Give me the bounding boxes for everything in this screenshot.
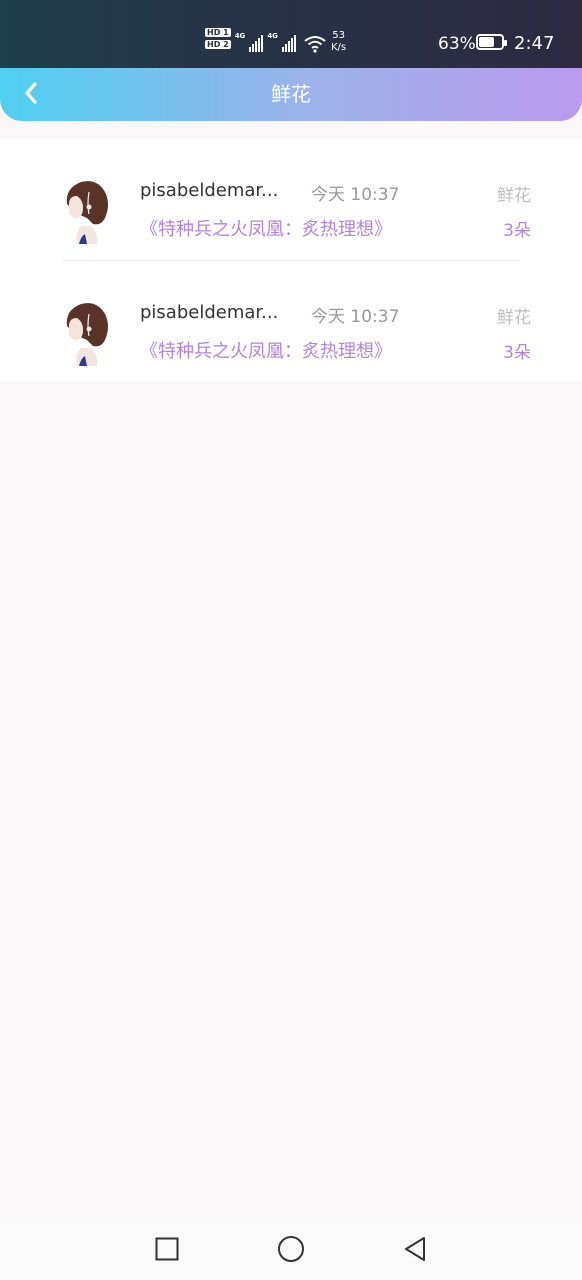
book-title-link[interactable]: 《特种兵之火凤凰：炙热理想》: [140, 337, 392, 363]
network1-label: 4G: [234, 32, 246, 40]
book-title-link[interactable]: 《特种兵之火凤凰：炙热理想》: [140, 215, 392, 241]
avatar: [57, 174, 117, 244]
recent-apps-button[interactable]: [150, 1232, 184, 1266]
page-title: 鲜花: [271, 82, 311, 106]
gift-type: 鲜花: [497, 186, 531, 206]
nav-back-button[interactable]: [398, 1232, 432, 1266]
network-speed: 53 K/s: [331, 30, 346, 54]
battery-icon: [476, 34, 507, 50]
status-time: 2:47: [514, 33, 555, 54]
sim2-badge: HD 2: [205, 40, 231, 49]
battery-fill: [479, 37, 495, 47]
battery-percent: 63%: [438, 34, 476, 54]
speed-unit: K/s: [331, 42, 347, 53]
gift-type: 鲜花: [497, 308, 531, 328]
home-button[interactable]: [274, 1232, 308, 1266]
signal-bars-icon: [281, 34, 296, 52]
app-header: 鲜花: [0, 68, 582, 121]
gift-quantity: 3朵: [503, 221, 531, 241]
wifi-icon: [304, 36, 326, 53]
list-item[interactable]: pisabeldemar... 今天 10:37 鲜花 《特种兵之火凤凰：炙热理…: [0, 260, 582, 382]
triangle-back-icon: [405, 1237, 425, 1261]
record-time: 今天 10:37: [311, 185, 400, 205]
circle-icon: [278, 1236, 304, 1262]
gift-quantity: 3朵: [503, 343, 531, 363]
list-item[interactable]: pisabeldemar... 今天 10:37 鲜花 《特种兵之火凤凰：炙热理…: [0, 138, 582, 260]
signal-group: HD 1 HD 2 4G 4G: [205, 26, 326, 58]
username: pisabeldemar...: [140, 302, 279, 323]
sim1-badge: HD 1: [205, 28, 231, 37]
signal-bars-icon: [249, 34, 264, 52]
gift-record-list: pisabeldemar... 今天 10:37 鲜花 《特种兵之火凤凰：炙热理…: [0, 138, 582, 382]
square-icon: [155, 1237, 179, 1261]
network2-label: 4G: [267, 32, 278, 40]
speed-value: 53: [332, 30, 345, 41]
username: pisabeldemar...: [140, 180, 279, 201]
avatar: [57, 296, 117, 366]
record-time: 今天 10:37: [311, 307, 400, 327]
system-nav-bar: [0, 1218, 582, 1280]
